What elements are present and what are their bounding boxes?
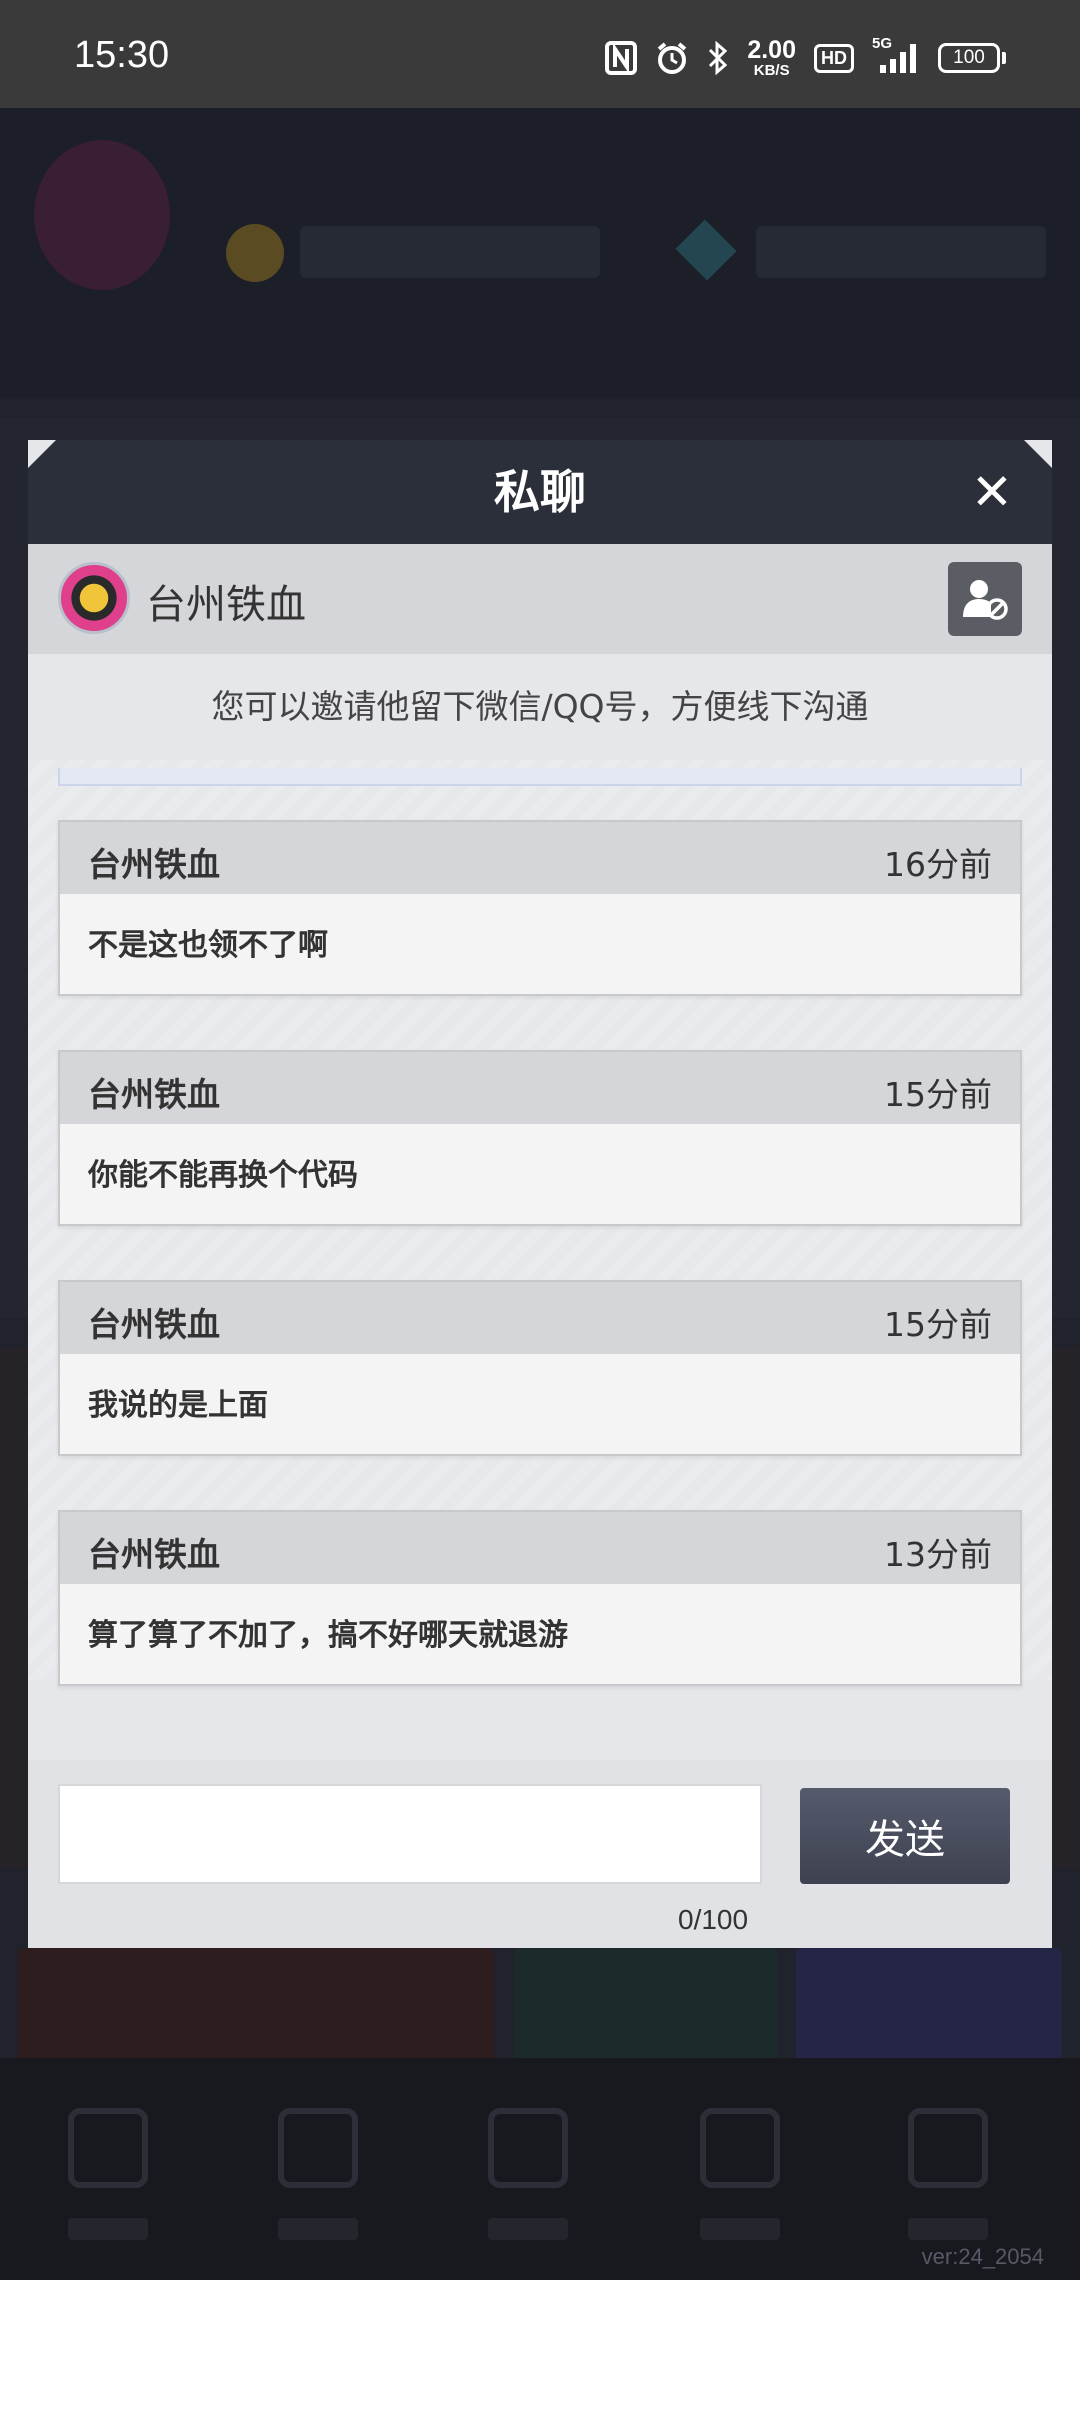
background-profile-header bbox=[0, 108, 1080, 398]
battery-level: 100 bbox=[938, 43, 1000, 73]
message-item: 台州铁血 15分前 我说的是上面 bbox=[58, 1280, 1022, 1456]
bluetooth-icon bbox=[707, 41, 729, 75]
status-time: 15:30 bbox=[74, 34, 170, 76]
dialog-title: 私聊 bbox=[494, 465, 586, 519]
message-item: 台州铁血 13分前 算了算了不加了，搞不好哪天就退游 bbox=[58, 1510, 1022, 1686]
message-time: 15分前 bbox=[884, 1305, 992, 1344]
chat-peer-bar: 台州铁血 bbox=[28, 544, 1052, 654]
background-bottom-nav bbox=[0, 2058, 1080, 2280]
alarm-icon bbox=[655, 41, 689, 75]
message-input[interactable] bbox=[58, 1784, 762, 1884]
background-avatar bbox=[34, 140, 170, 290]
previous-message-edge bbox=[58, 768, 1022, 786]
message-text: 我说的是上面 bbox=[88, 1388, 268, 1423]
nav-more-icon bbox=[908, 2108, 988, 2188]
message-item: 台州铁血 15分前 你能不能再换个代码 bbox=[58, 1050, 1022, 1226]
nav-schedule-icon bbox=[68, 2108, 148, 2188]
block-user-button[interactable] bbox=[948, 562, 1022, 636]
nav-team-icon bbox=[488, 2108, 568, 2188]
message-item: 台州铁血 16分前 不是这也领不了啊 bbox=[58, 820, 1022, 996]
message-sender: 台州铁血 bbox=[88, 1075, 220, 1114]
nfc-icon bbox=[605, 41, 638, 75]
message-time: 13分前 bbox=[884, 1535, 992, 1574]
network-speed: 2.00 KB/S bbox=[747, 36, 796, 79]
message-text: 你能不能再换个代码 bbox=[88, 1158, 358, 1193]
signal-icon: 5G bbox=[872, 35, 920, 75]
nav-social-icon bbox=[700, 2108, 780, 2188]
character-counter: 0/100 bbox=[678, 1904, 749, 1935]
close-button[interactable]: ✕ bbox=[962, 462, 1022, 522]
nav-trophy-icon bbox=[278, 2108, 358, 2188]
gem-icon bbox=[675, 219, 737, 281]
hd-icon: HD bbox=[814, 43, 854, 73]
message-sender: 台州铁血 bbox=[88, 1305, 220, 1344]
message-sender: 台州铁血 bbox=[88, 1535, 220, 1574]
status-icons: 2.00 KB/S HD 5G 100 bbox=[605, 35, 1006, 79]
version-label: ver:24_2054 bbox=[921, 2244, 1044, 2269]
send-button[interactable]: 发送 bbox=[800, 1788, 1010, 1884]
message-text: 不是这也领不了啊 bbox=[88, 928, 328, 963]
block-user-icon bbox=[963, 580, 1008, 620]
close-icon: ✕ bbox=[971, 463, 1013, 521]
message-time: 15分前 bbox=[884, 1075, 992, 1114]
coin-icon bbox=[226, 224, 284, 282]
message-time: 16分前 bbox=[884, 845, 992, 884]
background-coin-pill bbox=[300, 226, 600, 278]
battery-icon: 100 bbox=[938, 43, 1006, 73]
background-gem-pill bbox=[756, 226, 1046, 278]
peer-avatar[interactable] bbox=[58, 562, 130, 634]
private-chat-dialog: 私聊 ✕ 台州铁血 您可以邀请他留下微信/QQ号，方便线下沟通 台州铁血 16分… bbox=[28, 440, 1052, 1948]
message-compose-area: 发送 0/100 bbox=[28, 1760, 1052, 1948]
status-bar: 15:30 2.00 KB/S HD 5G 100 bbox=[0, 0, 1080, 108]
invite-hint: 您可以邀请他留下微信/QQ号，方便线下沟通 bbox=[211, 687, 869, 726]
peer-name: 台州铁血 bbox=[146, 582, 306, 628]
message-text: 算了算了不加了，搞不好哪天就退游 bbox=[88, 1618, 568, 1653]
network-type-label: 5G bbox=[872, 35, 893, 52]
message-sender: 台州铁血 bbox=[88, 845, 220, 884]
message-list[interactable]: 台州铁血 16分前 不是这也领不了啊 台州铁血 15分前 你能不能再换个代码 台… bbox=[28, 760, 1052, 1686]
